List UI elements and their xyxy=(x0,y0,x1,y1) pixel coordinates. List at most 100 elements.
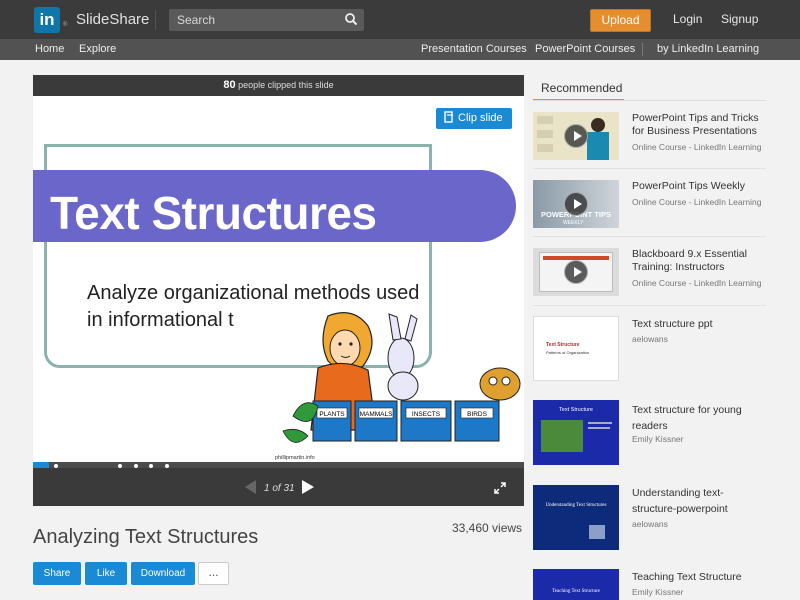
recommended-item[interactable]: Understanding Text Structures Understand… xyxy=(533,485,766,551)
signup-link[interactable]: Signup xyxy=(721,12,758,26)
slide-marker[interactable] xyxy=(118,464,122,468)
bin-label: PLANTS xyxy=(319,411,345,418)
registered-mark: ® xyxy=(63,22,68,28)
recommended-meta: Emily Kissner xyxy=(632,434,684,444)
recommended-title[interactable]: Teaching Text Structure xyxy=(632,571,766,584)
fullscreen-icon[interactable] xyxy=(494,482,506,494)
recommended-item[interactable]: Teaching Text Structure Teaching Text St… xyxy=(533,569,766,600)
upload-button[interactable]: Upload xyxy=(590,9,651,32)
recommended-meta: Online Course - LinkedIn Learning xyxy=(632,278,762,288)
thumbnail-photo xyxy=(541,420,583,452)
kid-cartoon-illustration: PLANTS MAMMALS INSECTS BIRDS phillipmart… xyxy=(275,312,521,461)
like-button[interactable]: Like xyxy=(85,562,127,585)
recommended-title[interactable]: Understanding text-structure-powerpoint xyxy=(632,485,766,517)
slide-thumbnail: Teaching Text Structure xyxy=(533,569,619,600)
nav-home[interactable]: Home xyxy=(35,43,64,55)
thumbnail-text: Text Structure xyxy=(559,407,593,413)
clip-icon xyxy=(444,111,453,123)
video-thumbnail xyxy=(533,248,619,296)
page-current: 1 xyxy=(264,483,270,494)
thumbnail-text: Text Structure xyxy=(546,342,580,348)
clip-slide-label: Clip slide xyxy=(458,112,503,124)
slide-marker[interactable] xyxy=(134,464,138,468)
play-icon xyxy=(564,260,588,284)
recommended-item[interactable]: POWERPOINT TIPS WEEKLY PowerPoint Tips W… xyxy=(533,180,766,230)
view-count: 33,460 views xyxy=(452,521,523,535)
thumbnail-subtext: Patterns of Organization xyxy=(546,350,590,355)
slide-thumbnail: Understanding Text Structures xyxy=(533,485,619,550)
illustration-credit: phillipmartin.info xyxy=(275,455,315,461)
search-input[interactable] xyxy=(177,12,337,28)
nav-presentation-courses[interactable]: Presentation Courses xyxy=(421,43,527,55)
clip-count-text: people clipped this slide xyxy=(238,80,334,90)
recommended-item[interactable]: Text Structure Text structure for young … xyxy=(533,400,766,466)
nav-linkedin-learning[interactable]: by LinkedIn Learning xyxy=(657,43,759,55)
share-button[interactable]: Share xyxy=(33,562,81,585)
thumbnail-shape xyxy=(537,144,553,152)
tab-recommended[interactable]: Recommended xyxy=(533,75,624,101)
clip-count: 80 xyxy=(223,79,236,91)
recommended-title[interactable]: PowerPoint Tips and Tricks for Business … xyxy=(632,112,766,138)
recommended-meta: Emily Kissner xyxy=(632,587,684,597)
slide-view[interactable]: Text Structures Analyze organizational m… xyxy=(33,96,524,462)
slide-thumbnail: Text Structure xyxy=(533,400,619,465)
thumbnail-text: Understanding Text Structures xyxy=(545,503,607,508)
recommended-item[interactable]: Text Structure Patterns of Organization … xyxy=(533,316,766,382)
play-icon xyxy=(564,124,588,148)
slide-marker[interactable] xyxy=(165,464,169,468)
nav-explore[interactable]: Explore xyxy=(79,43,116,55)
recommended-meta: Online Course - LinkedIn Learning xyxy=(632,142,762,152)
slide-thumbnail: Text Structure Patterns of Organization xyxy=(533,316,619,381)
nav-divider xyxy=(642,43,643,56)
linkedin-logo[interactable]: in xyxy=(34,7,60,33)
slide-marker[interactable] xyxy=(149,464,153,468)
thumbnail-clipart xyxy=(589,525,605,539)
bin-label: INSECTS xyxy=(412,411,441,418)
slide-progress-bar[interactable] xyxy=(33,462,524,468)
recommended-meta: aelowans xyxy=(632,334,668,344)
item-divider xyxy=(533,305,766,306)
slide-progress-fill xyxy=(33,462,49,468)
more-options-button[interactable]: ... xyxy=(198,562,229,585)
header-divider xyxy=(155,10,156,30)
clip-slide-button[interactable]: Clip slide xyxy=(436,108,512,129)
slide-title: Text Structures xyxy=(50,187,377,239)
thumbnail-line xyxy=(588,427,610,429)
login-link[interactable]: Login xyxy=(673,12,702,26)
tab-underline xyxy=(533,100,766,101)
recommended-title[interactable]: Text structure for young readers xyxy=(632,402,766,434)
thumbnail-shape xyxy=(537,130,553,138)
page-indicator: 1 of 31 xyxy=(264,483,295,494)
play-icon xyxy=(564,192,588,216)
recommended-meta: aelowans xyxy=(632,519,668,529)
download-button[interactable]: Download xyxy=(131,562,195,585)
recommended-title[interactable]: Blackboard 9.x Essential Training: Instr… xyxy=(632,248,766,274)
recommended-item[interactable]: PowerPoint Tips and Tricks for Business … xyxy=(533,112,766,162)
thumbnail-subtext: WEEKLY xyxy=(563,220,584,226)
item-divider xyxy=(533,236,766,237)
search-box[interactable] xyxy=(169,9,364,31)
thumbnail-shape xyxy=(537,116,553,124)
page-total: 31 xyxy=(283,483,295,494)
slide-marker[interactable] xyxy=(54,464,58,468)
bin-label: BIRDS xyxy=(467,411,488,418)
top-bar: in ® SlideShare Upload Login Signup xyxy=(0,0,800,39)
bin-label: MAMMALS xyxy=(360,411,394,418)
item-divider xyxy=(533,168,766,169)
recommended-title[interactable]: Text structure ppt xyxy=(632,318,766,331)
clip-count-bar: 80 people clipped this slide xyxy=(33,75,524,96)
recommended-item[interactable]: Blackboard 9.x Essential Training: Instr… xyxy=(533,248,766,298)
recommended-meta: Online Course - LinkedIn Learning xyxy=(632,197,762,207)
thumbnail-line xyxy=(588,422,612,424)
brand-name[interactable]: SlideShare xyxy=(76,11,149,28)
nav-powerpoint-courses[interactable]: PowerPoint Courses xyxy=(535,43,635,55)
presentation-title: Analyzing Text Structures xyxy=(33,526,259,548)
previous-slide-icon[interactable] xyxy=(243,479,257,495)
player-controls: 1 of 31 xyxy=(33,462,524,506)
next-slide-icon[interactable] xyxy=(301,479,315,495)
video-thumbnail xyxy=(533,112,619,160)
search-icon[interactable] xyxy=(344,12,358,26)
presenter-body xyxy=(587,132,609,160)
thumbnail-text: Teaching Text Structure xyxy=(552,589,600,594)
recommended-title[interactable]: PowerPoint Tips Weekly xyxy=(632,180,766,193)
